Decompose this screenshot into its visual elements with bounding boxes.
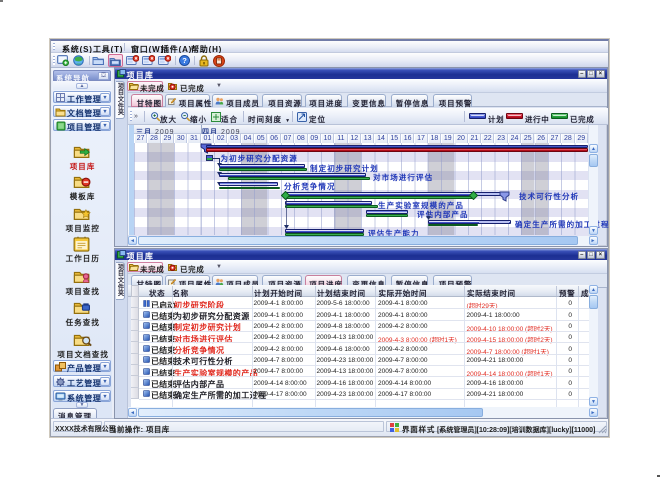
svg-text:?: ? — [182, 56, 187, 65]
